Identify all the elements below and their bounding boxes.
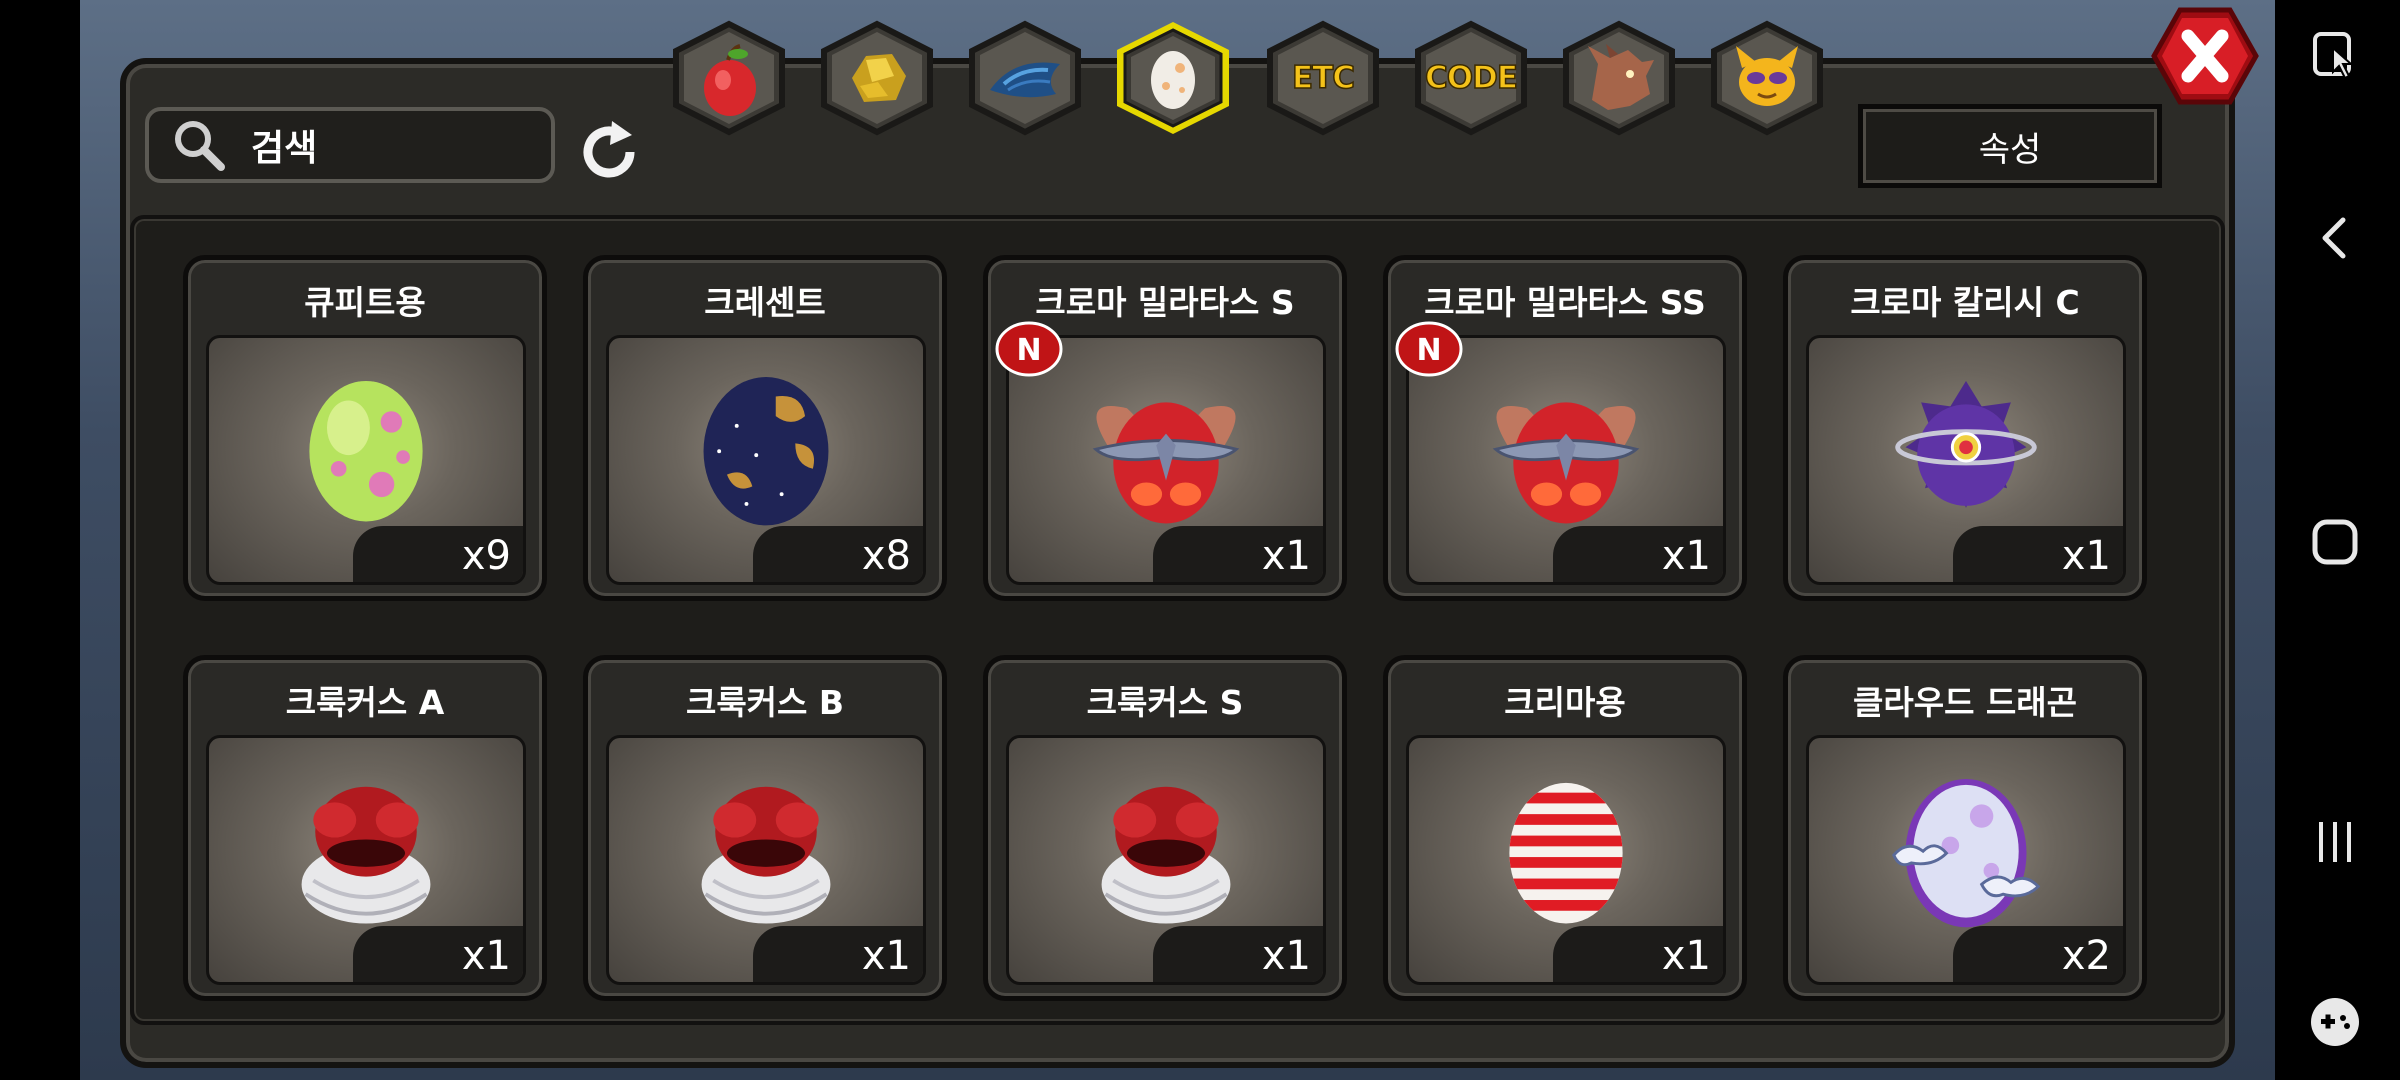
item-image: x2 — [1806, 735, 2126, 985]
tab-fruit[interactable] — [668, 20, 790, 136]
tab-code[interactable]: CODE — [1410, 20, 1532, 136]
item-name: 크레센트 — [704, 283, 826, 322]
attribute-filter-label: 속성 — [1978, 129, 2042, 170]
item-name: 크로마 칼리시 C — [1850, 283, 2080, 322]
gold-ore-icon — [816, 20, 938, 136]
tab-gold[interactable] — [816, 20, 938, 136]
refresh-icon — [583, 121, 635, 178]
tab-scale[interactable] — [964, 20, 1086, 136]
tab-pet[interactable] — [1706, 20, 1828, 136]
item-card[interactable]: 큐피트용 x9 — [183, 255, 547, 601]
back-icon[interactable] — [2305, 208, 2365, 268]
item-card[interactable]: 크로마 칼리시 C x1 — [1783, 255, 2147, 601]
item-image: x1 — [1806, 335, 2126, 585]
item-image: x1 — [1006, 735, 1326, 985]
close-button[interactable] — [2150, 6, 2260, 106]
item-count: x9 — [353, 526, 523, 582]
item-name: 크리마용 — [1504, 683, 1626, 722]
pointer-icon[interactable] — [2305, 26, 2365, 86]
refresh-button[interactable] — [574, 117, 644, 187]
item-card[interactable]: 크룩커스 S x1 — [983, 655, 1347, 1001]
search-placeholder: 검색 — [251, 128, 318, 169]
search-input[interactable]: 검색 — [145, 107, 555, 183]
item-name: 크룩커스 A — [285, 683, 445, 722]
item-card[interactable]: 크리마용 x1 — [1383, 655, 1747, 1001]
gamepad-icon[interactable] — [2305, 992, 2365, 1052]
item-count: x2 — [1953, 926, 2123, 982]
screen-edge — [0, 0, 80, 1080]
item-name: 클라우드 드래곤 — [1852, 683, 2077, 722]
dragon-head-icon — [1558, 20, 1680, 136]
item-card[interactable]: 크레센트 x8 — [583, 255, 947, 601]
item-count: x1 — [1153, 926, 1323, 982]
item-count: x1 — [1553, 526, 1723, 582]
close-icon — [2151, 7, 2259, 105]
item-name: 큐피트용 — [304, 283, 426, 322]
attribute-filter-button[interactable]: 속성 — [1858, 104, 2162, 188]
new-badge-label: N — [1016, 333, 1041, 368]
item-count: x1 — [353, 926, 523, 982]
item-name: 크룩커스 B — [685, 683, 845, 722]
tab-dragon[interactable] — [1558, 20, 1680, 136]
new-badge: N — [994, 320, 1064, 378]
item-card[interactable]: 크룩커스 B x1 — [583, 655, 947, 1001]
item-count: x8 — [753, 526, 923, 582]
home-icon[interactable] — [2305, 512, 2365, 572]
item-image: x1 — [1406, 735, 1726, 985]
item-count: x1 — [1553, 926, 1723, 982]
yellow-pet-icon — [1706, 20, 1828, 136]
item-image: x1 — [606, 735, 926, 985]
new-badge: N — [1394, 320, 1464, 378]
tab-etc[interactable]: ETC — [1262, 20, 1384, 136]
item-card[interactable]: 크로마 밀라타스 S x1 N — [983, 255, 1347, 601]
item-count: x1 — [753, 926, 923, 982]
search-icon — [175, 121, 225, 171]
tab-code-label: CODE — [1424, 59, 1519, 97]
tab-egg[interactable] — [1112, 20, 1234, 136]
item-image: x9 — [206, 335, 526, 585]
item-name: 크로마 밀라타스 S — [1035, 283, 1295, 322]
red-pear-icon — [668, 20, 790, 136]
item-name: 크로마 밀라타스 SS — [1424, 283, 1706, 322]
item-image: x1 — [206, 735, 526, 985]
item-card[interactable]: 크로마 밀라타스 SS x1 N — [1383, 255, 1747, 601]
item-card[interactable]: 크룩커스 A x1 — [183, 655, 547, 1001]
tab-etc-label: ETC — [1291, 59, 1356, 97]
item-card[interactable]: 클라우드 드래곤 x2 — [1783, 655, 2147, 1001]
item-count: x1 — [1153, 526, 1323, 582]
item-count: x1 — [1953, 526, 2123, 582]
egg-icon — [1112, 20, 1234, 136]
blue-scale-icon — [964, 20, 1086, 136]
item-image: x8 — [606, 335, 926, 585]
item-name: 크룩커스 S — [1086, 683, 1244, 722]
new-badge-label: N — [1416, 333, 1441, 368]
recents-icon[interactable] — [2305, 812, 2365, 872]
